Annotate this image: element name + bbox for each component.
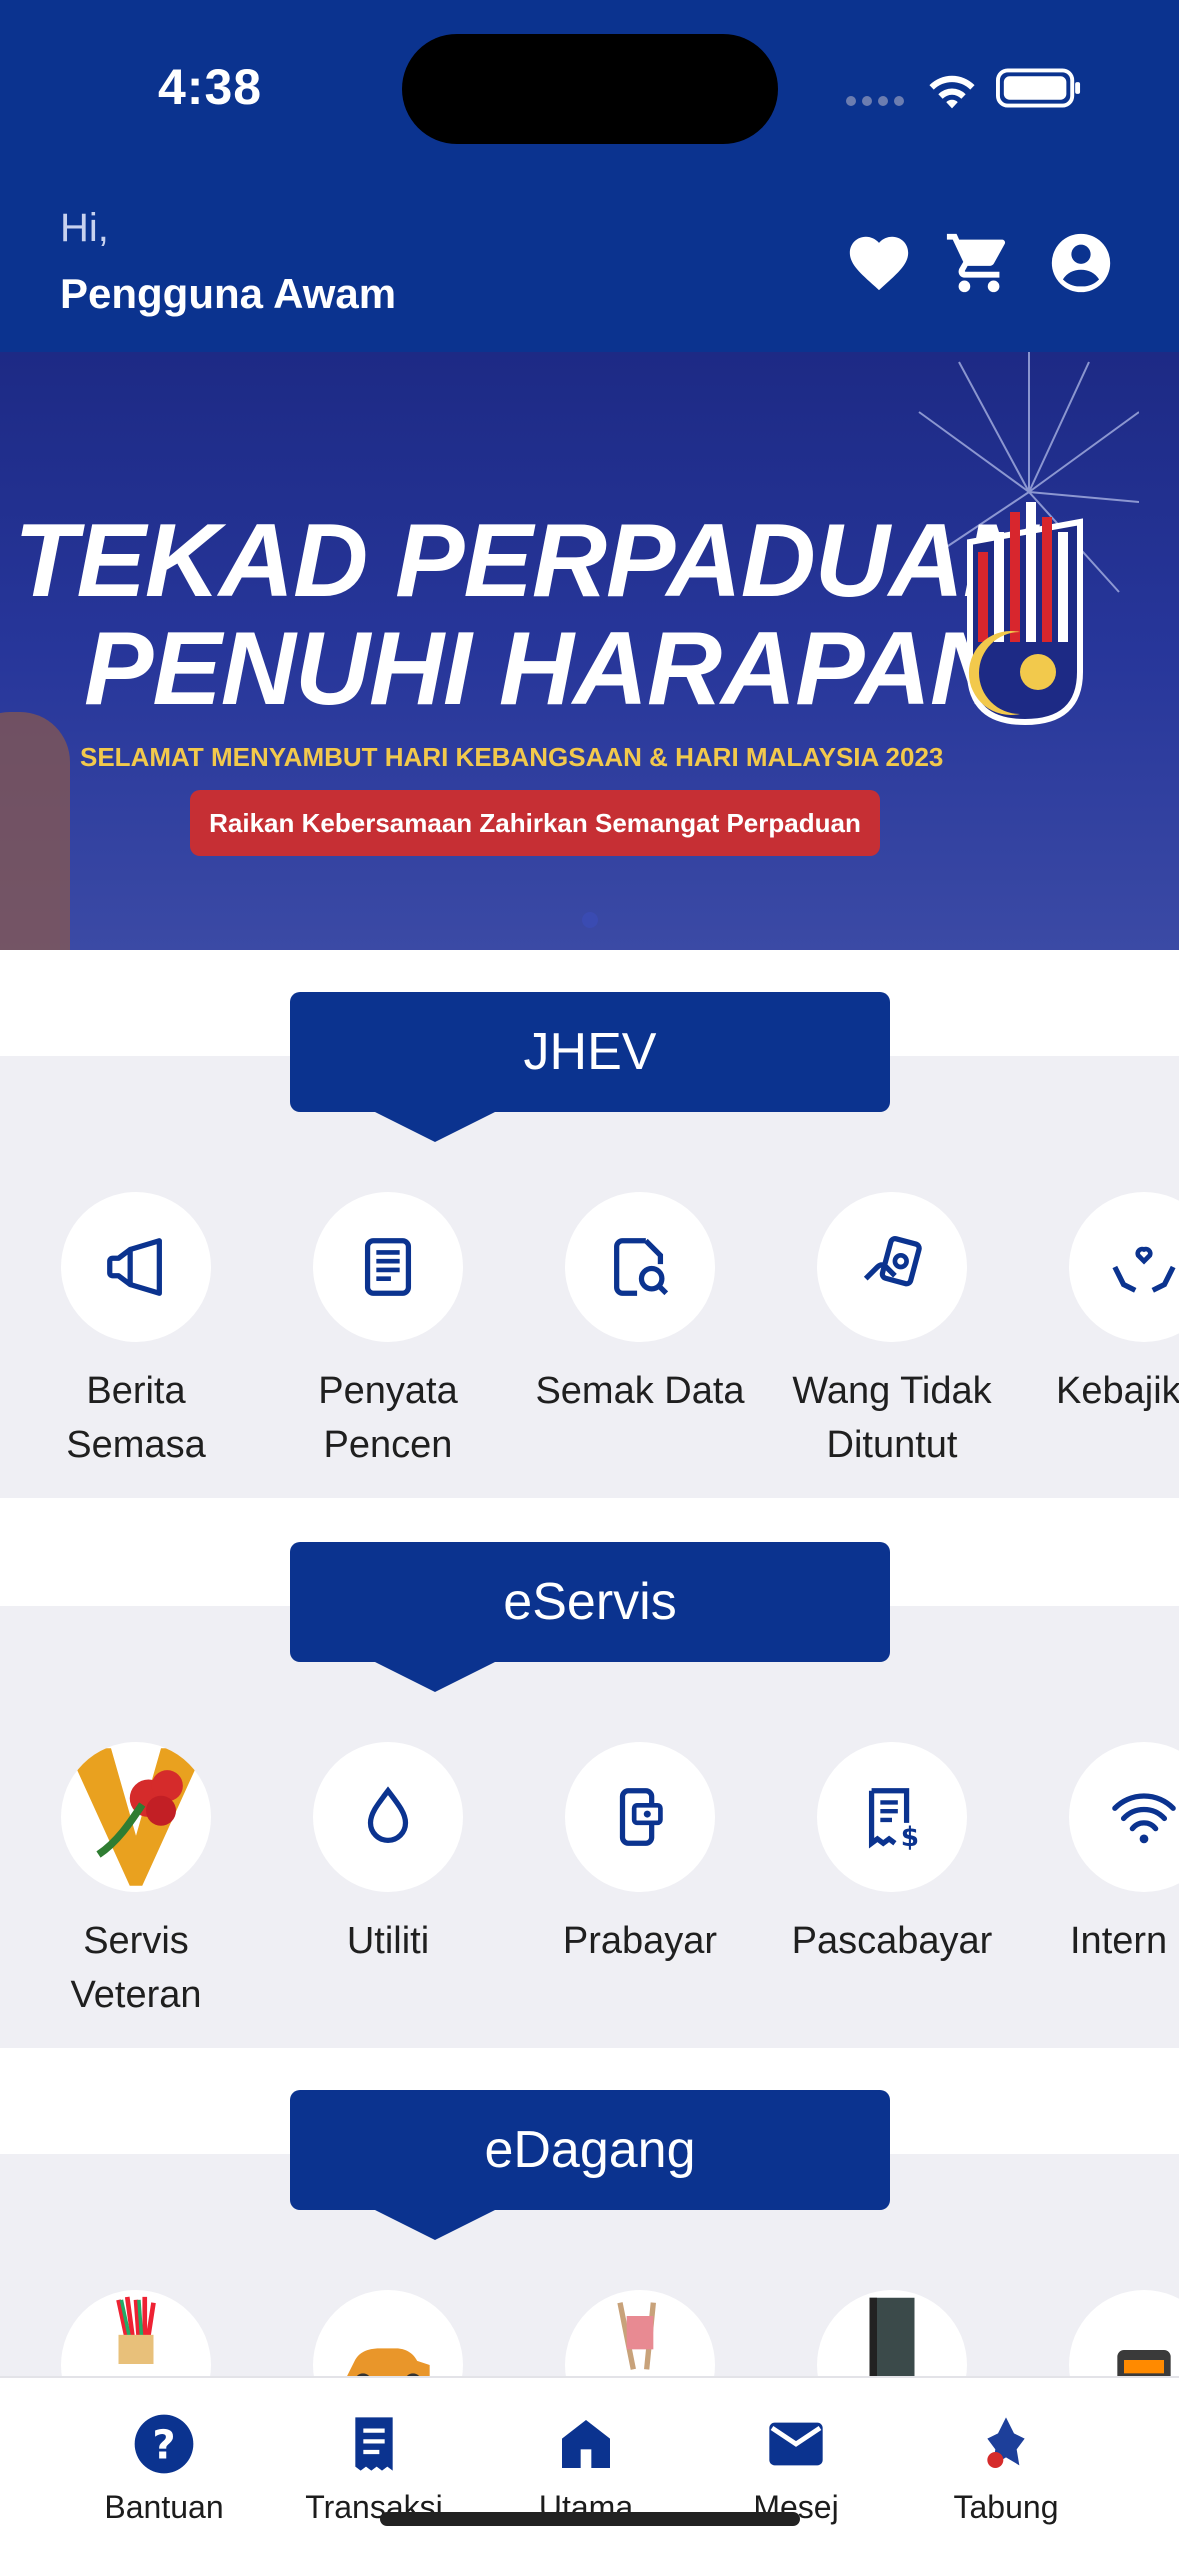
jalur-gemilang-emblem — [967, 502, 1083, 726]
nav-mesej[interactable]: Mesej — [696, 2412, 896, 2526]
menu-item-prabayar[interactable]: Prabayar — [514, 1742, 766, 1968]
menu-item-kebajikan[interactable]: Kebajik — [1018, 1192, 1179, 1418]
bill-icon: $ — [868, 1788, 919, 1852]
item-label: Kebajik — [1056, 1370, 1179, 1412]
heart-icon[interactable] — [844, 228, 914, 298]
item-label: Dituntut — [826, 1424, 958, 1466]
nav-utama[interactable]: Utama — [486, 2412, 686, 2526]
jhev-section-title: JHEV — [290, 992, 890, 1142]
wifi-icon — [1112, 1793, 1176, 1844]
battery-icon — [996, 68, 1081, 108]
account-icon[interactable] — [1046, 228, 1116, 298]
item-label: Berita — [86, 1370, 186, 1412]
veteran-logo-icon — [67, 1748, 205, 1886]
menu-item-berita-semasa[interactable]: Berita Semasa — [10, 1192, 262, 1472]
banner-subtitle: SELAMAT MENYAMBUT HARI KEBANGSAAN & HARI… — [80, 742, 944, 772]
item-label: Penyata — [318, 1370, 458, 1412]
edagang-section-title: eDagang — [290, 2090, 890, 2240]
item-label: Veteran — [70, 1974, 202, 2016]
item-label: Semasa — [66, 1424, 206, 1466]
nav-bantuan[interactable]: ? Bantuan — [64, 2412, 264, 2526]
item-label: Wang Tidak — [792, 1370, 992, 1412]
book-product-icon — [869, 2297, 915, 2381]
item-label: Utiliti — [346, 1920, 430, 1962]
menu-item-utiliti[interactable]: Utiliti — [262, 1742, 514, 1968]
item-label: Intern — [1070, 1920, 1168, 1962]
help-icon: ? — [134, 2414, 194, 2474]
menu-item-pascabayar[interactable]: $ Pascabayar — [766, 1742, 1018, 1968]
care-hands-icon — [1112, 1246, 1176, 1293]
menu-item-internet[interactable]: Intern — [1018, 1742, 1179, 1968]
menu-item-servis-veteran[interactable]: Servis Veteran — [10, 1742, 262, 2022]
home-icon — [562, 2420, 610, 2468]
home-indicator — [380, 2512, 800, 2526]
greeting-text: Hi, — [60, 206, 109, 250]
banner-headline-2: PENUHI HARAPAN — [84, 611, 1005, 727]
item-label: Pascabayar — [791, 1920, 993, 1962]
cellular-signal-icon — [846, 96, 904, 106]
nav-label: Bantuan — [104, 2489, 224, 2525]
promo-banner[interactable]: TEKAD PERPADUAN PENUHI HARAPAN SELAMAT M… — [0, 352, 1179, 950]
item-label: Prabayar — [562, 1920, 718, 1962]
item-label: Servis — [83, 1920, 189, 1962]
mail-icon — [769, 2422, 823, 2466]
status-time: 4:38 — [158, 59, 263, 115]
banner-slogan: Raikan Kebersamaan Zahirkan Semangat Per… — [190, 790, 880, 856]
bottom-navigation: ? Bantuan Transaksi Utama Mesej Tabung — [0, 2376, 1179, 2556]
nav-label: Tabung — [953, 2489, 1059, 2525]
eservis-section-title: eServis — [290, 1542, 890, 1692]
money-hand-icon — [863, 1236, 922, 1287]
carousel-indicator[interactable] — [582, 912, 598, 928]
cart-icon[interactable] — [944, 228, 1014, 298]
wifi-status-icon — [929, 75, 975, 109]
banner-figure — [0, 712, 70, 950]
menu-item-wang-tidak-dituntut[interactable]: Wang Tidak Dituntut — [766, 1192, 1018, 1472]
file-search-icon — [614, 1238, 669, 1296]
megaphone-icon — [107, 1238, 162, 1296]
nav-transaksi[interactable]: Transaksi — [274, 2412, 474, 2526]
chair-product-icon — [617, 2302, 656, 2370]
dynamic-island — [402, 34, 778, 144]
pencils-product-icon — [116, 2296, 156, 2364]
item-label: Pencen — [323, 1424, 453, 1466]
user-name: Pengguna Awam — [60, 270, 397, 317]
tabung-logo-icon — [987, 2417, 1025, 2468]
receipt-icon — [355, 2417, 393, 2471]
banner-headline-1: TEKAD PERPADUAN — [14, 503, 1038, 619]
document-icon — [364, 1238, 412, 1296]
nav-tabung[interactable]: Tabung — [906, 2412, 1106, 2526]
item-label: Semak Data — [535, 1370, 745, 1412]
svg-text:$: $ — [901, 1823, 919, 1852]
prepaid-phone-icon — [619, 1788, 663, 1846]
app-header: 4:38 Hi, Pengguna Awam — [0, 0, 1179, 352]
svg-text:?: ? — [152, 2423, 175, 2469]
menu-item-semak-data[interactable]: Semak Data — [514, 1192, 766, 1418]
water-drop-icon — [367, 1786, 409, 1843]
menu-item-penyata-pencen[interactable]: Penyata Pencen — [262, 1192, 514, 1472]
